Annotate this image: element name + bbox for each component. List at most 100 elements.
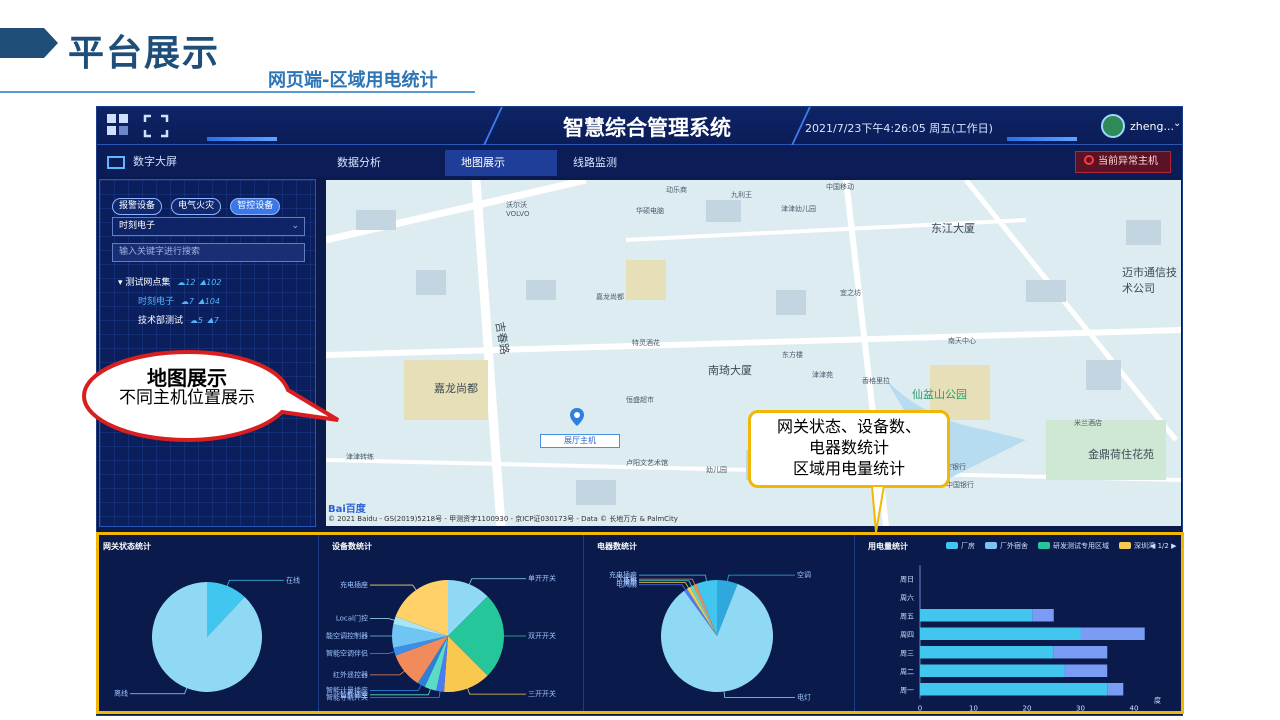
map-place: 嘉龙尚都 <box>434 382 478 395</box>
pie-label: 离线 <box>114 689 128 698</box>
top-bar: 智慧综合管理系统 2021/7/23下午4:26:05 周五(工作日) zhen… <box>97 107 1182 145</box>
map-poi: 嘉龙尚都 <box>596 293 624 301</box>
grid-icon[interactable] <box>107 114 129 136</box>
bar[interactable] <box>920 609 1033 622</box>
map-poi: 中国银行 <box>946 481 974 489</box>
chevron-down-icon[interactable]: ⌄ <box>1173 118 1181 129</box>
bar[interactable] <box>1053 646 1108 659</box>
callout-line: 电器数统计 <box>808 438 889 457</box>
host-marker-label[interactable]: 展厅主机 <box>540 434 620 448</box>
chip-alarm-device[interactable]: 报警设备 <box>112 198 163 215</box>
y-tick-label: 周六 <box>900 593 914 602</box>
pie-leader-line <box>639 580 692 587</box>
pie-label: 红外遥控器 <box>333 670 368 679</box>
pie-leader-line <box>639 582 689 589</box>
map-place: 金鼎荷住花苑 <box>1088 448 1154 461</box>
legend-pager[interactable]: ◀ 1/2 ▶ <box>1150 542 1177 550</box>
callout-text: 不同主机位置展示 <box>119 388 255 408</box>
map-place: 南琦大厦 <box>708 364 752 377</box>
bar[interactable] <box>1032 609 1054 622</box>
tab-map[interactable]: 地图展示 <box>445 150 557 176</box>
map-copyright: © 2021 Baidu - GS(2019)5218号 - 甲测资字11009… <box>328 515 678 523</box>
pie-label: 智能计量插座 <box>326 685 368 694</box>
search-input[interactable]: 输入关键字进行搜索 <box>112 243 305 262</box>
map-place: 仙盆山公园 <box>912 388 967 401</box>
legend-swatch[interactable] <box>946 542 958 549</box>
map-place: 东江大厦 <box>931 222 975 235</box>
pie-leader-line <box>727 574 795 582</box>
gateway-status-chart: 在线离线 <box>114 575 300 698</box>
tree-node[interactable]: 时刻电子 ☁7 ⛰104 <box>118 292 221 311</box>
map-poi: 香格里拉 <box>862 377 890 385</box>
stats-callout: 网关状态、设备数、 电器数统计 区域用电量统计 <box>748 410 950 488</box>
map-poi: 米兰酒店 <box>1074 419 1102 427</box>
map-place: 迈市通信技术公司 <box>1122 266 1177 295</box>
tree-count-a: 7 <box>188 297 194 306</box>
fullscreen-icon[interactable] <box>143 114 169 138</box>
tab-line-monitor[interactable]: 线路监测 <box>557 150 667 176</box>
abnormal-host-label: 当前异常主机 <box>1098 156 1158 167</box>
alarm-icon <box>1084 155 1094 165</box>
bar[interactable] <box>1107 683 1124 696</box>
company-select[interactable]: 时刻电子 ⌄ <box>112 217 305 236</box>
legend-swatch[interactable] <box>985 542 997 549</box>
legend-label[interactable]: 厂外宿舍 <box>1000 541 1028 550</box>
pie-leader-line <box>130 687 188 695</box>
bar[interactable] <box>920 664 1065 678</box>
bar[interactable] <box>1080 627 1145 641</box>
map-poi: 幼儿园 <box>706 466 727 474</box>
pie-label: 在线 <box>286 575 300 584</box>
pie-leader-line <box>370 684 422 691</box>
bar[interactable] <box>920 627 1081 641</box>
tree-node[interactable]: ▾ 测试网点集 ☁12 ⛰102 <box>118 273 221 292</box>
pie-leader-line <box>723 691 795 698</box>
legend-swatch[interactable] <box>1119 542 1131 549</box>
header-decoration <box>207 137 277 141</box>
bar[interactable] <box>1064 664 1108 678</box>
bar[interactable] <box>920 683 1108 696</box>
callout-line: 区域用电量统计 <box>792 459 905 478</box>
device-count-chart: 单开开关双开开关三开开关智能导轨开关智能插座智能计量插座红外遥控器智能空调伴侣智… <box>326 574 556 702</box>
pie-leader-line <box>370 670 405 676</box>
location-pin-icon[interactable] <box>570 408 584 426</box>
y-tick-label: 周三 <box>900 649 914 657</box>
appliance-count-panel: 电器数统计 空调 电灯 电风扇 风扇 插座 饮水机 充电插座 <box>591 535 855 713</box>
legend-label[interactable]: 厂房 <box>961 541 975 550</box>
chip-smart-control[interactable]: 智控设备 <box>230 198 281 215</box>
bar[interactable] <box>920 646 1054 659</box>
power-usage-panel: 用电量统计 厂房 厂外宿舍 研发测试专用区域 深圳湾 ◀ 1/2 ▶ 周一 周二 周三 周四 周五… <box>862 535 1182 713</box>
tab-data-analysis[interactable]: 数据分析 <box>321 150 431 176</box>
tree-node[interactable]: 技术部测试 ☁5 ⛰7 <box>118 311 221 330</box>
map-poi: 特灵酒花 <box>632 339 660 347</box>
x-tick-label: 40 <box>1130 705 1139 713</box>
callout-title: 地图展示 <box>147 366 227 390</box>
x-tick-label: 0 <box>918 705 922 713</box>
site-tree: ▾ 测试网点集 ☁12 ⛰102 时刻电子 ☁7 ⛰104 技术部测试 ☁5 ⛰7 <box>118 273 221 330</box>
map-poi: 津津苑 <box>812 371 833 379</box>
legend-swatch[interactable] <box>1038 542 1050 549</box>
map-poi: 华硕电脑 <box>636 207 664 215</box>
x-axis-unit: 度 <box>1154 696 1161 705</box>
y-tick-label: 周二 <box>900 668 914 676</box>
username[interactable]: zheng... <box>1130 120 1174 133</box>
map-poi: 中国移动 <box>826 183 854 191</box>
slide-subtitle: 网页端-区域用电统计 <box>268 70 438 91</box>
pie-label: 双开开关 <box>528 631 556 640</box>
map-poi: 沃尔沃 <box>506 201 527 209</box>
tree-count-b: 104 <box>204 297 220 306</box>
abnormal-host-button[interactable]: 当前异常主机 <box>1075 151 1171 173</box>
chip-electrical-fire[interactable]: 电气火灾 <box>171 198 222 215</box>
pie-leader-line <box>467 688 526 695</box>
company-select-value: 时刻电子 <box>119 221 156 231</box>
slide-divider <box>0 91 475 93</box>
pie-label: 智能空调伴侣 <box>326 648 368 657</box>
legend-label[interactable]: 研发测试专用区域 <box>1053 541 1109 550</box>
tree-count-b: 102 <box>206 278 222 287</box>
big-screen-link[interactable]: 数字大屏 <box>107 153 177 169</box>
pie-slice[interactable] <box>151 582 262 692</box>
pie-label: 电灯 <box>797 693 811 702</box>
nav-bar: 数字大屏 数据分析 地图展示 线路监测 当前异常主机 <box>97 145 1182 177</box>
pie-label: Local门控 <box>336 614 368 623</box>
tree-node-label: 测试网点集 <box>125 278 171 288</box>
avatar[interactable] <box>1101 114 1125 138</box>
